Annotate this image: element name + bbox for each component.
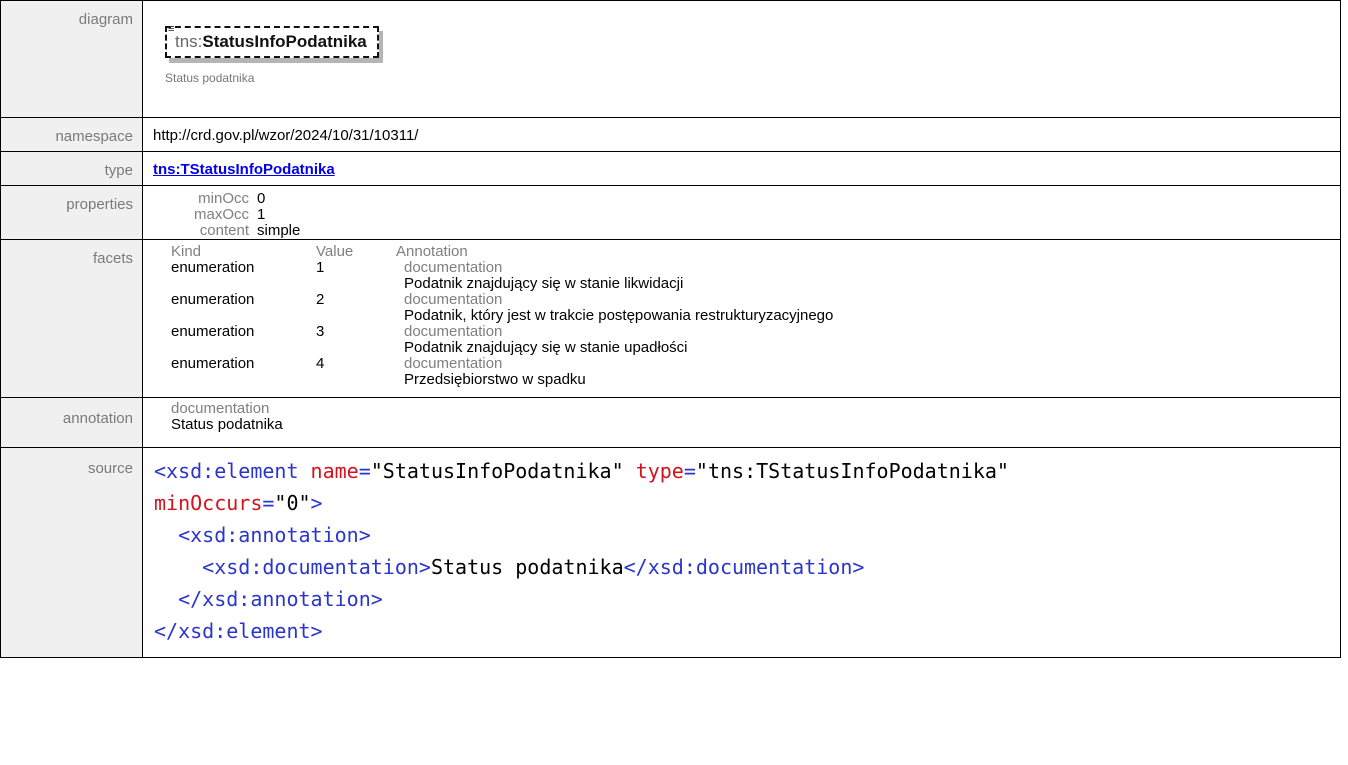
facet-row: enumeration 4 documentation — [171, 356, 1340, 372]
type-link[interactable]: tns:TStatusInfoPodatnika — [153, 161, 335, 178]
src-tag: > — [310, 491, 323, 515]
schema-doc-table: diagram ≡ tns:StatusInfoPodatnika Status… — [0, 0, 1341, 658]
element-lines-icon: ≡ — [168, 23, 175, 35]
facet-row: enumeration 2 documentation — [171, 292, 1340, 308]
src-val: "0" — [274, 491, 311, 515]
src-attr: name — [310, 459, 359, 483]
facets-header-kind: Kind — [171, 243, 202, 260]
row-label-namespace: namespace — [0, 117, 143, 152]
facet-value: 1 — [316, 259, 325, 276]
property-value: 0 — [257, 190, 266, 207]
property-key: maxOcc — [193, 206, 249, 223]
row-label-facets: facets — [0, 239, 143, 398]
src-attr: type — [635, 459, 684, 483]
row-label-annotation: annotation — [0, 397, 143, 448]
facet-kind: enumeration — [171, 355, 255, 372]
row-label-type: type — [0, 151, 143, 186]
facet-row: enumeration 1 documentation — [171, 260, 1340, 276]
facet-value: 4 — [316, 355, 325, 372]
source-code: <xsd:element name="StatusInfoPodatnika" … — [154, 459, 1009, 643]
properties-list: minOcc 0 maxOcc 1 content simple — [171, 191, 1340, 239]
row-label-source: source — [0, 447, 143, 658]
facet-doc-label: documentation — [404, 355, 503, 372]
property-key: content — [199, 222, 249, 239]
row-label-properties: properties — [0, 185, 143, 240]
src-text: Status podatnika — [430, 555, 624, 579]
src-attr: minOccurs — [154, 491, 263, 515]
facet-doc-row: Przedsiębiorstwo w spadku — [171, 372, 1340, 388]
facets-header-value: Value — [316, 243, 354, 260]
property-value: 1 — [257, 206, 266, 223]
diagram-cell: ≡ tns:StatusInfoPodatnika Status podatni… — [142, 0, 1341, 118]
src-tag: <xsd:documentation> — [202, 555, 431, 579]
diagram-element-name: StatusInfoPodatnika — [202, 32, 367, 51]
src-tag: </xsd:annotation> — [178, 587, 383, 611]
facet-kind: enumeration — [171, 291, 255, 308]
facet-doc-text: Podatnik, który jest w trakcie postępowa… — [404, 307, 834, 324]
src-val: "StatusInfoPodatnika" — [370, 459, 624, 483]
annotation-doc-text: Status podatnika — [171, 416, 283, 433]
facet-doc-row: Podatnik znajdujący się w stanie upadłoś… — [171, 340, 1340, 356]
facets-table: Kind Value Annotation enumeration 1 docu… — [171, 244, 1340, 388]
src-tag: <xsd:annotation> — [178, 523, 371, 547]
facet-kind: enumeration — [171, 259, 255, 276]
facet-kind: enumeration — [171, 323, 255, 340]
diagram-documentation: Status podatnika — [165, 71, 255, 85]
src-val: "tns:TStatusInfoPodatnika" — [695, 459, 1009, 483]
facet-doc-text: Przedsiębiorstwo w spadku — [404, 371, 586, 388]
src-tag: </xsd:element> — [154, 619, 323, 643]
facet-doc-label: documentation — [404, 259, 503, 276]
facet-doc-text: Podatnik znajdujący się w stanie likwida… — [404, 275, 684, 292]
row-label-diagram: diagram — [0, 0, 143, 118]
annotation-block: documentation Status podatnika — [153, 401, 1340, 433]
src-tag: <xsd:element — [154, 459, 299, 483]
facet-doc-row: Podatnik znajdujący się w stanie likwida… — [171, 276, 1340, 292]
property-value: simple — [257, 222, 301, 239]
annotation-doc-label: documentation — [171, 400, 270, 417]
facet-value: 3 — [316, 323, 325, 340]
property-key: minOcc — [198, 190, 249, 207]
src-tag: </xsd:documentation> — [623, 555, 865, 579]
facet-value: 2 — [316, 291, 325, 308]
facet-doc-label: documentation — [404, 291, 503, 308]
facet-doc-text: Podatnik znajdujący się w stanie upadłoś… — [404, 339, 688, 356]
facet-row: enumeration 3 documentation — [171, 324, 1340, 340]
diagram-prefix: tns: — [175, 32, 203, 51]
element-diagram[interactable]: ≡ tns:StatusInfoPodatnika — [165, 23, 379, 58]
facets-header: Kind Value Annotation — [171, 244, 1340, 260]
facet-doc-row: Podatnik, który jest w trakcie postępowa… — [171, 308, 1340, 324]
facet-doc-label: documentation — [404, 323, 503, 340]
facets-header-annotation: Annotation — [396, 243, 468, 260]
namespace-value: http://crd.gov.pl/wzor/2024/10/31/10311/ — [142, 117, 1341, 152]
